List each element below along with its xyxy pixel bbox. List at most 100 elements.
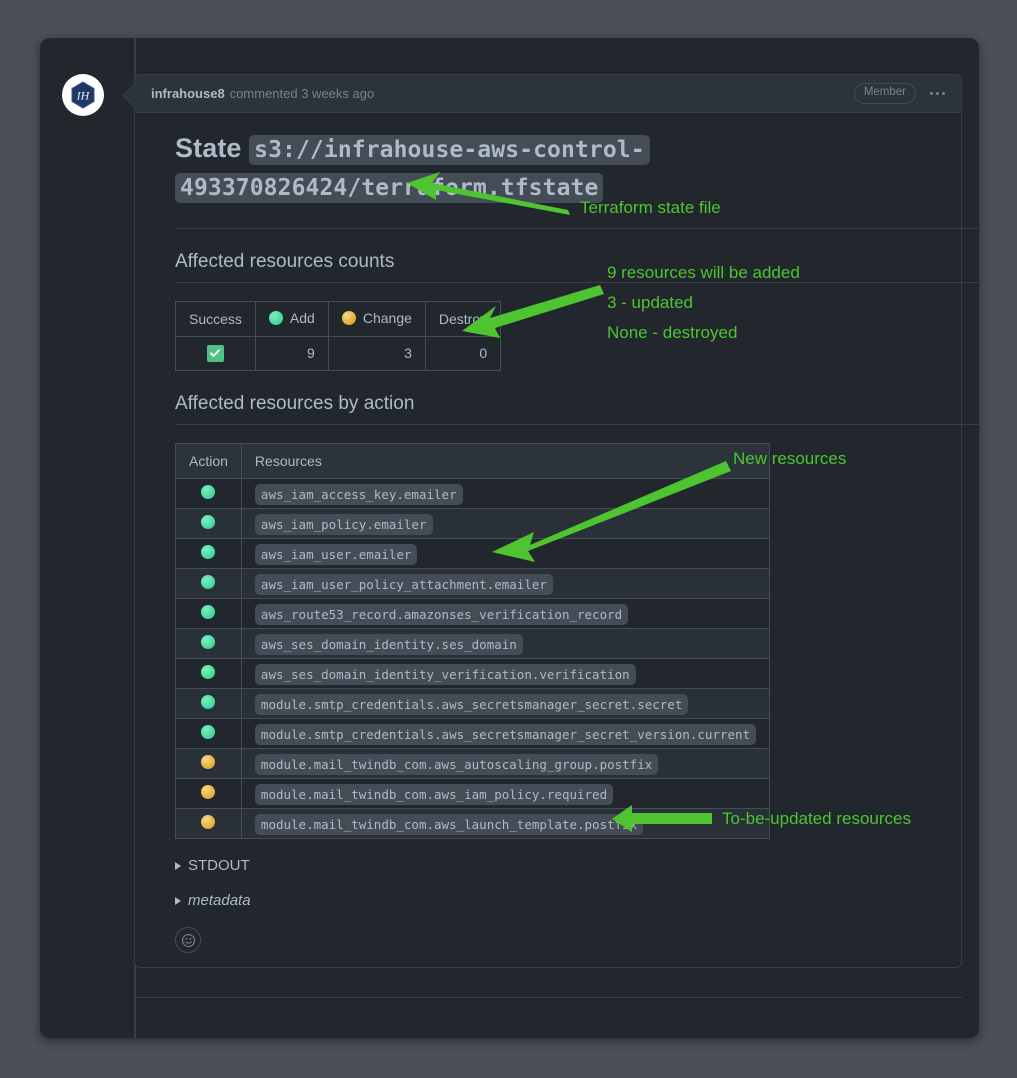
resources-header-row: Action Resources	[175, 443, 771, 480]
resource-name-cell: module.smtp_credentials.aws_secretsmanag…	[240, 718, 771, 750]
add-dot-icon	[201, 605, 216, 620]
table-row: module.mail_twindb_com.aws_autoscaling_g…	[175, 748, 771, 780]
counts-success-cell	[175, 335, 256, 372]
screenshot-root: IH infrahouse8 commented 3 weeks ago Mem…	[0, 0, 1017, 1078]
resource-name: aws_iam_user.emailer	[254, 543, 418, 565]
annotation-new-resources: New resources	[733, 449, 847, 468]
resource-name-cell: aws_iam_user_policy_attachment.emailer	[240, 568, 771, 600]
add-dot-icon	[201, 725, 216, 740]
change-dot-icon	[341, 310, 356, 325]
add-dot-icon	[201, 515, 216, 530]
avatar[interactable]: IH	[62, 74, 104, 116]
annotation-updated-resources: To-be-updated resources	[722, 809, 912, 828]
disclosure-metadata[interactable]: metadata	[175, 892, 939, 909]
resources-table-body: aws_iam_access_key.emailer aws_iam_policy…	[175, 478, 771, 840]
table-row: aws_ses_domain_identity_verification.ver…	[175, 658, 771, 690]
counts-header-destroy: Destroy	[424, 300, 502, 337]
resource-name-cell: aws_ses_domain_identity_verification.ver…	[240, 658, 771, 690]
disclosure-metadata-label: metadata	[188, 892, 251, 910]
state-label: State	[175, 133, 242, 163]
comment-body: State s3://infrahouse-aws-control-493370…	[135, 113, 979, 967]
resource-action-cell	[175, 568, 242, 600]
resource-name: module.mail_twindb_com.aws_autoscaling_g…	[254, 753, 659, 775]
annotation-state-file: Terraform state file	[580, 198, 721, 217]
resource-name-cell: module.mail_twindb_com.aws_autoscaling_g…	[240, 748, 771, 780]
add-reaction-button[interactable]	[175, 927, 201, 954]
resource-action-cell	[175, 748, 242, 780]
resource-name-cell: aws_iam_user.emailer	[240, 538, 771, 570]
change-dot-icon	[201, 755, 216, 770]
resource-name-cell: aws_ses_domain_identity.ses_domain	[240, 628, 771, 660]
counts-divider	[175, 281, 979, 283]
counts-header-change: Change	[327, 300, 426, 337]
resource-name: aws_iam_policy.emailer	[254, 513, 433, 535]
resource-action-cell	[175, 808, 242, 840]
comment-page-card: IH infrahouse8 commented 3 weeks ago Mem…	[40, 38, 979, 1038]
resource-name: aws_ses_domain_identity_verification.ver…	[254, 663, 636, 685]
table-row: module.smtp_credentials.aws_secretsmanag…	[175, 718, 771, 750]
resources-table: Action Resources aws_iam_access_key.emai…	[175, 443, 771, 840]
counts-header-add: Add	[254, 300, 329, 337]
chevron-right-icon	[175, 861, 181, 870]
resources-header-action: Action	[175, 443, 242, 480]
add-dot-icon	[201, 485, 216, 500]
counts-change-cell: 3	[327, 335, 426, 372]
comment-header: infrahouse8 commented 3 weeks ago Member	[135, 75, 961, 113]
resource-action-cell	[175, 718, 242, 750]
more-options-icon[interactable]	[928, 88, 947, 99]
resource-name: module.smtp_credentials.aws_secretsmanag…	[254, 723, 757, 745]
resource-action-cell	[175, 778, 242, 810]
chevron-right-icon	[175, 896, 181, 905]
table-row: aws_iam_policy.emailer	[175, 508, 771, 540]
resource-name-cell: module.mail_twindb_com.aws_iam_policy.re…	[240, 778, 771, 810]
counts-header-add-label: Add	[289, 309, 315, 326]
by-action-section-title: Affected resources by action	[175, 393, 415, 415]
counts-add-cell: 9	[254, 335, 329, 372]
state-path: s3://infrahouse-aws-control-493370826424…	[175, 135, 650, 204]
table-row: aws_ses_domain_identity.ses_domain	[175, 628, 771, 660]
add-dot-icon	[201, 665, 216, 680]
counts-value-row: 9 3 0	[175, 335, 502, 372]
member-badge: Member	[853, 83, 916, 104]
state-heading: State s3://infrahouse-aws-control-493370…	[175, 129, 939, 216]
annotation-counts-line2: 3 - updated	[607, 293, 694, 312]
counts-header-change-label: Change	[362, 309, 412, 326]
by-action-divider	[175, 424, 979, 426]
counts-table: Success Add Change Destroy 9 3 0	[175, 300, 502, 372]
comment-box: infrahouse8 commented 3 weeks ago Member…	[134, 74, 979, 969]
disclosure-stdout[interactable]: STDOUT	[175, 857, 939, 874]
heading-divider	[175, 227, 979, 229]
counts-destroy-cell: 0	[424, 335, 502, 372]
counts-section-title: Affected resources counts	[175, 250, 395, 272]
add-dot-icon	[201, 545, 216, 560]
resource-name-cell: module.smtp_credentials.aws_secretsmanag…	[240, 688, 771, 720]
smiley-icon	[181, 933, 195, 947]
success-checkbox-icon	[206, 344, 224, 362]
comment-bottom-divider	[134, 997, 962, 998]
table-row: aws_iam_user_policy_attachment.emailer	[175, 568, 771, 600]
change-dot-icon	[201, 815, 216, 830]
resource-action-cell	[175, 538, 242, 570]
resource-name: module.mail_twindb_com.aws_launch_templa…	[254, 813, 644, 835]
resource-action-cell	[175, 658, 242, 690]
resource-name-cell: aws_iam_policy.emailer	[240, 508, 771, 540]
annotation-counts-line3: None - destroyed	[607, 323, 738, 342]
comment-author[interactable]: infrahouse8	[151, 86, 225, 101]
table-row: aws_iam_user.emailer	[175, 538, 771, 570]
disclosure-stdout-label: STDOUT	[188, 857, 250, 875]
add-dot-icon	[201, 635, 216, 650]
svg-text:IH: IH	[76, 89, 91, 103]
add-dot-icon	[201, 575, 216, 590]
resource-name: aws_iam_access_key.emailer	[254, 483, 463, 505]
resource-name: module.smtp_credentials.aws_secretsmanag…	[254, 693, 689, 715]
resource-name: aws_route53_record.amazonses_verificatio…	[254, 603, 629, 625]
table-row: module.smtp_credentials.aws_secretsmanag…	[175, 688, 771, 720]
resource-name-cell: aws_iam_access_key.emailer	[240, 478, 771, 510]
resources-header-resources: Resources	[240, 443, 771, 480]
counts-header-success: Success	[175, 300, 256, 337]
resource-name: aws_ses_domain_identity.ses_domain	[254, 633, 523, 655]
comment-timestamp: commented 3 weeks ago	[229, 86, 375, 101]
annotation-counts: 9 resources will be added 3 - updated No…	[607, 258, 800, 348]
table-row: module.mail_twindb_com.aws_launch_templa…	[175, 808, 771, 840]
resource-name: module.mail_twindb_com.aws_iam_policy.re…	[254, 783, 614, 805]
